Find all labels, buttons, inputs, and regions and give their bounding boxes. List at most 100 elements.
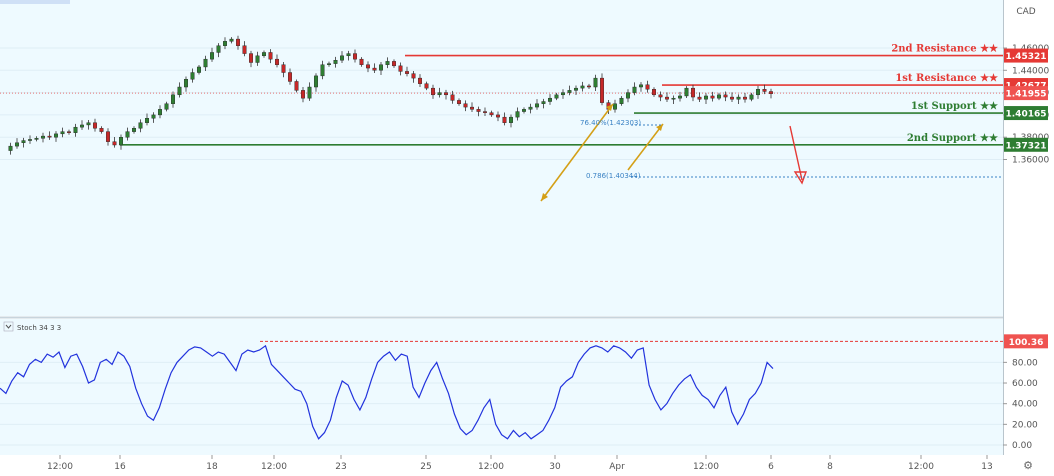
settings-icon[interactable]: ⚙ [1023, 459, 1033, 472]
candle-body [346, 53, 351, 57]
candle-body [431, 87, 436, 96]
indicator-legend[interactable]: Stoch 34 3 3 [3, 321, 61, 332]
level-price-label: 1.37321 [1006, 141, 1047, 151]
candle-body [522, 109, 527, 112]
candle-body [327, 63, 332, 65]
time-tick-label: 12:00 [47, 462, 73, 472]
candle-body [678, 95, 683, 99]
time-tick-label: 12:00 [261, 462, 287, 472]
chart-container: CAD 1.460001.440001.420001.400001.380001… [0, 0, 1054, 476]
candle-body [138, 122, 143, 129]
time-tick-label: 13 [981, 462, 992, 472]
indicator-tick-label: 60.00 [1012, 379, 1038, 389]
candle-body [340, 55, 345, 61]
candle-body [450, 94, 455, 101]
candle-body [112, 141, 117, 146]
candle-body [379, 64, 384, 71]
indicator-tick-label: 40.00 [1012, 400, 1038, 410]
candle-body [639, 84, 644, 88]
candle-body [294, 81, 299, 91]
indicator-tick-label: 0.00 [1012, 441, 1032, 451]
candle-body [580, 85, 585, 89]
axis-unit-label: CAD [1016, 7, 1035, 17]
candle-body [574, 87, 579, 91]
candle-body [509, 116, 514, 123]
candle-body [697, 96, 702, 100]
candle-body [333, 60, 338, 64]
candle-body [307, 86, 312, 99]
level-label: 1st Resistance ★★ [895, 73, 998, 84]
candle-body [34, 138, 39, 140]
level-label: 2nd Resistance ★★ [891, 44, 998, 55]
indicator-collapse-button[interactable] [3, 321, 14, 332]
candle-body [248, 53, 253, 63]
candle-body [242, 45, 247, 54]
candle-body [548, 97, 553, 102]
candle-body [411, 73, 416, 79]
candle-body [229, 38, 234, 42]
indicator-max-label: 100.36 [1009, 338, 1044, 348]
candle-body [21, 140, 26, 143]
candle-body [203, 58, 208, 68]
level-label: 2nd Support ★★ [907, 133, 998, 144]
time-tick-label: 8 [827, 462, 833, 472]
candle-body [658, 94, 663, 98]
candle-body [366, 64, 371, 69]
candle-body [60, 131, 65, 135]
time-tick-label: 12:00 [478, 462, 504, 472]
candle-body [268, 52, 273, 60]
candle-body [275, 58, 280, 65]
candle-body [470, 106, 475, 110]
time-tick-label: 23 [335, 462, 346, 472]
candle-body [99, 128, 104, 132]
time-tick-label: 12:00 [693, 462, 719, 472]
candle-body [652, 89, 657, 96]
candle-body [541, 101, 546, 104]
candle-body [385, 61, 390, 65]
candle-body [235, 38, 240, 46]
candle-body [587, 85, 592, 88]
main-pane[interactable] [0, 0, 1003, 316]
candle-body [262, 52, 267, 57]
candle-body [151, 114, 156, 119]
candle-body [528, 106, 533, 110]
price-tick-label: 1.44000 [1012, 66, 1049, 76]
candle-body [476, 109, 481, 112]
candle-body [41, 135, 46, 139]
candle-body [54, 133, 59, 138]
candle-body [444, 92, 449, 96]
candle-body [190, 72, 195, 80]
candle-body [535, 103, 540, 108]
candle-body [28, 139, 33, 141]
candle-body [92, 122, 97, 129]
candle-body [392, 61, 397, 67]
time-tick-label: 30 [549, 462, 561, 472]
indicator-name: Stoch 34 3 3 [17, 324, 61, 332]
candle-body [671, 97, 676, 100]
candle-body [463, 103, 468, 108]
time-tick-label: 25 [420, 462, 431, 472]
candle-body [717, 94, 722, 99]
corner-highlight [0, 0, 70, 4]
candle-body [723, 94, 728, 98]
candle-body [209, 52, 214, 60]
candle-body [743, 96, 748, 100]
candle-body [736, 96, 741, 100]
candle-body [105, 131, 110, 142]
candle-body [769, 91, 774, 94]
candle-body [619, 97, 624, 104]
candle-body [710, 95, 715, 99]
candle-body [66, 131, 71, 133]
candle-body [496, 114, 501, 118]
candle-body [405, 71, 410, 74]
candle-body [502, 116, 507, 123]
candle-body [437, 92, 442, 96]
time-tick-label: 16 [114, 462, 126, 472]
candle-body [398, 65, 403, 72]
candle-body [489, 112, 494, 116]
candle-body [424, 83, 429, 89]
candle-body [567, 90, 572, 93]
candle-body [157, 109, 162, 116]
candle-body [684, 87, 689, 97]
candle-body [131, 128, 136, 132]
